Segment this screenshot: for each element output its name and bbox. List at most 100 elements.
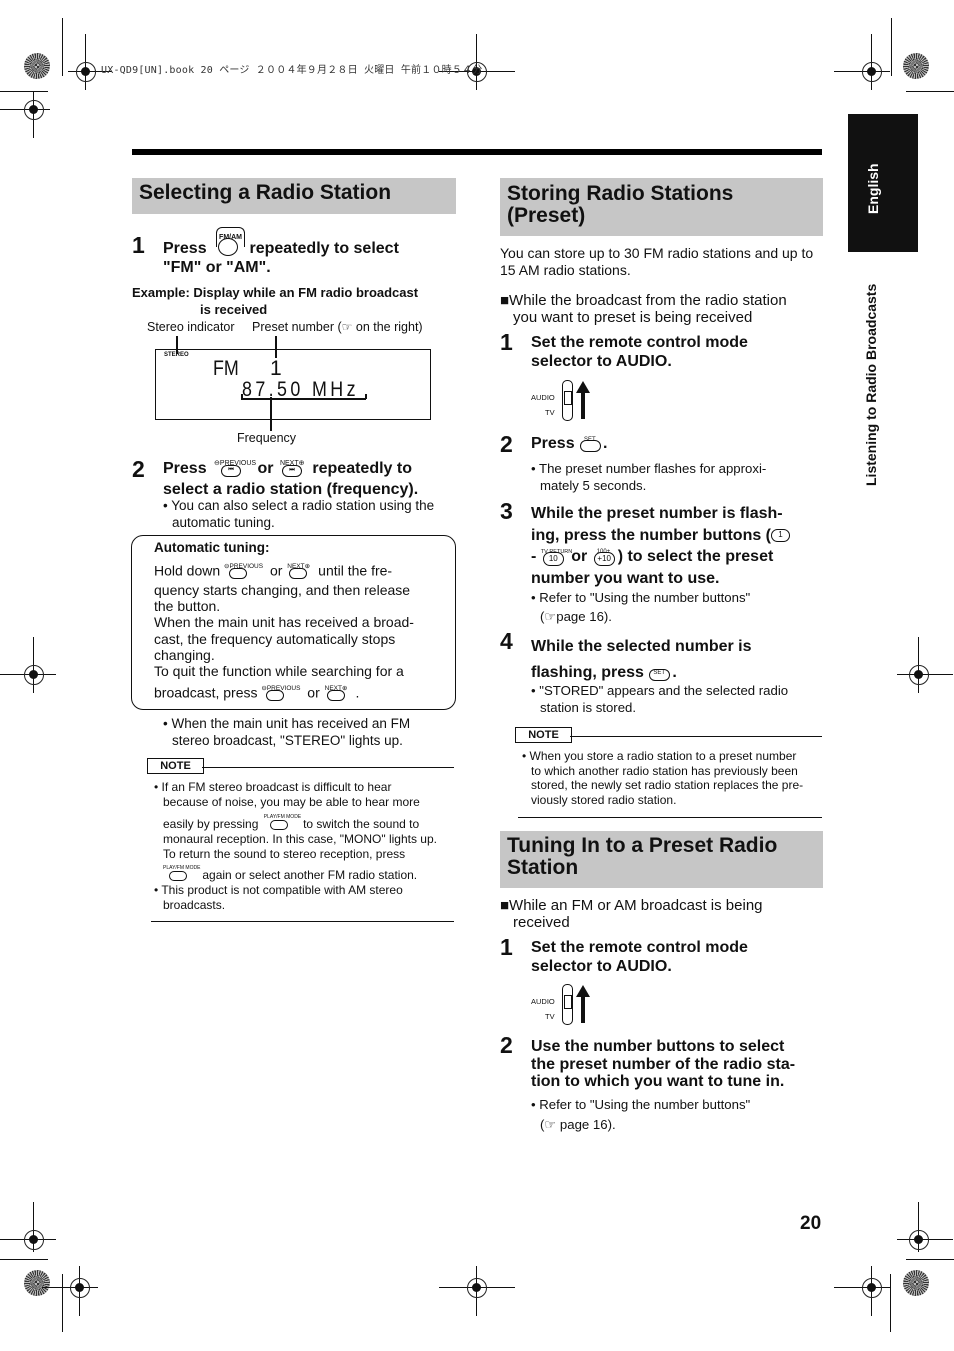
section-title-tuning: Tuning In to a Preset Radio Station [500,831,823,888]
registration-mark [42,1266,98,1316]
automatic-tuning-body: Hold down ⊖PREVIOUS or NEXT⊕ until the f… [154,562,454,704]
body-text: you want to preset is being received [513,308,753,326]
note-text: broadcasts. [163,897,226,912]
note-rule [570,736,822,737]
reference-hand-icon: ☞ [544,609,557,624]
section-title-text: Station [507,856,579,879]
previous-button-icon: ⊖PREVIOUS ⏮ [211,458,256,480]
next-button-icon: NEXT⊕ [324,684,352,704]
print-header: UX-QD9[UN].book 20 ページ ２００４年９月２８日 火曜日 午前… [101,65,483,76]
note-text: because of noise, you may be able to hea… [163,794,420,809]
registration-mark [439,1266,515,1316]
frequency-bracket [241,398,366,400]
bullet-text: "STORED" appears and the selected radio [539,683,789,698]
step-text-line: number you want to use. [531,570,720,587]
reference-hand-icon: ☞ [341,320,353,334]
registration-mark [0,637,56,693]
button-number: 1 [778,529,783,539]
step-text-line: - [531,548,537,566]
step-text-line: While the preset number is flash- [531,505,783,522]
step-text: Set the remote control mode selector to … [531,938,748,976]
step-1-text: Press FM/AM repeatedly to select "FM" or… [163,226,463,277]
step-number: 2 [132,456,145,482]
example-caption: Example: Display while an FM radio broad… [132,285,418,318]
bullet-text: Refer to "Using the number buttons" [539,1097,751,1112]
note-text: to switch the sound to [303,817,420,832]
storing-condition: ■While the broadcast from the radio stat… [500,292,787,326]
next-button-icon: NEXT⊕ [286,562,314,582]
step-text-line: ) to select the preset [617,548,774,566]
step-text-line: or [571,548,588,566]
crop-line [0,1259,48,1260]
lcd-display: STEREO FM 1 87.50 MHz [155,349,431,420]
print-rosette-mark [903,53,929,79]
lcd-stereo-indicator: STEREO [164,352,189,358]
step-text: "FM" or "AM". [163,259,271,276]
set-button-icon: SET [579,434,603,454]
audio-label: AUDIO [531,997,555,1006]
body-text: 15 AM radio stations. [500,261,631,278]
bullet-item: • "STORED" appears and the selected radi… [531,683,789,715]
bullet-item: • When the main unit has received an FM … [163,715,463,749]
step-2-text: Press ⊖PREVIOUS ⏮ or NEXT⊕ ⏭ repeatedly … [163,458,463,499]
step-text-line: selector to AUDIO. [531,353,672,370]
step-text: repeatedly to [312,460,412,478]
bullet-item: • You can also select a radio station us… [163,497,463,531]
step-text: Press [163,460,207,478]
step-text-line: . [672,664,677,681]
step-text: or [257,460,274,478]
bullet-text: automatic tuning. [172,515,275,530]
step-text-line: ing, press the number buttons ( [531,526,772,544]
stereo-indicator-label: Stereo indicator [147,320,235,334]
bullet-text: stereo broadcast, "STEREO" lights up. [172,733,403,748]
next-button-icon: NEXT⊕ ⏭ [278,458,308,480]
body-text: received [513,913,570,931]
example-line: Example: Display while an FM radio broad… [132,285,419,300]
automatic-tuning-box: Automatic tuning: Hold down ⊖PREVIOUS or… [131,535,456,710]
reference-hand-icon: ☞ [544,1117,557,1132]
frequency-label: Frequency [237,431,297,445]
note-text: to which another radio station has previ… [531,763,798,778]
language-tab-label: English [865,163,881,214]
tuning-condition: ■While an FM or AM broadcast is being re… [500,897,763,931]
note-text: viously stored radio station. [531,792,677,807]
bullet-text: station is stored. [540,700,637,715]
body-text: To quit the function while searching for… [154,663,404,680]
section-title-text: (Preset) [507,204,586,227]
label-text: on the right) [355,320,423,334]
step-text-line: Set the remote control mode [531,334,748,351]
step-text-line: . [603,435,608,453]
preset-number-label: Preset number (☞ on the right) [252,320,423,335]
bullet-text: page 16). [559,1117,616,1132]
chapter-label: Listening to Radio Broadcasts [863,283,879,486]
step-text-line: the preset number of the radio sta- [531,1055,796,1073]
step-number: 1 [500,934,513,960]
body-text: cast, the frequency automatically stops [154,630,396,647]
button-number: 10 [548,554,558,563]
step-text: Set the remote control mode selector to … [531,333,748,371]
label-text: Preset number ( [252,320,342,334]
body-text: You can store up to 30 FM radio stations… [500,245,814,261]
registration-mark [897,637,953,693]
body-text: quency starts changing, and then release [154,582,411,598]
body-text: the button. [154,598,221,615]
mode-selector-icon: AUDIO TV [531,378,601,423]
body-text: When the main unit has received a broad- [154,614,414,631]
section-title-selecting: Selecting a Radio Station [132,178,456,214]
top-rule [132,149,822,155]
note-text: When you store a radio station to a pres… [529,749,797,763]
body-text: ■While an FM or AM broadcast is being [500,897,763,914]
section-title-text: Selecting a Radio Station [139,181,392,204]
bullet-item: • Refer to "Using the number buttons" (☞… [531,590,751,624]
body-text: . [355,684,360,701]
note-text: To return the sound to stereo reception,… [163,846,406,861]
bullet-text: mately 5 seconds. [540,478,647,493]
body-text: until the fre- [318,562,393,579]
step-text: Press SET . [531,434,608,454]
number-1-button-icon: 1 [771,528,791,542]
play-fm-mode-button-icon: PLAY/FM MODE [262,814,301,832]
crop-line [891,18,892,76]
step-text-line: flashing, press [531,664,644,681]
step-text: Use the number buttons to select the pre… [531,1038,795,1091]
callout-line [270,397,272,431]
